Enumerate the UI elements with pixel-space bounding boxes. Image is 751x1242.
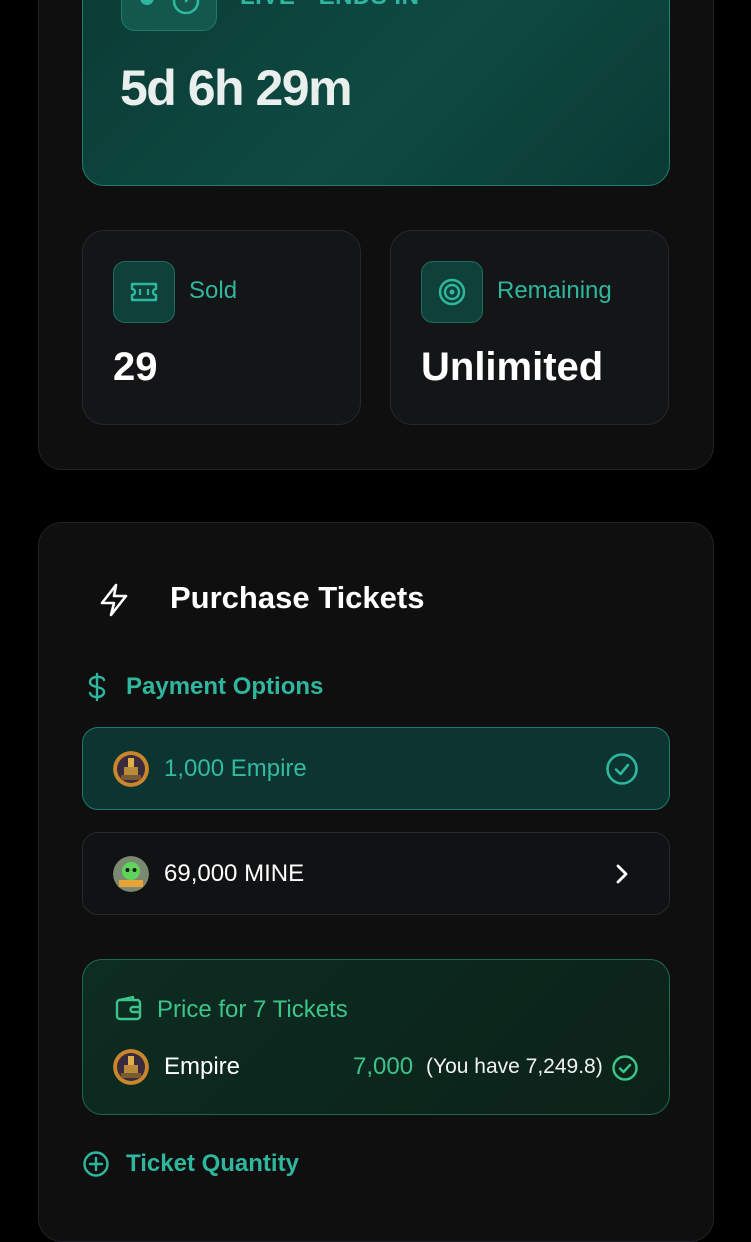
live-indicator: [121, 0, 217, 31]
plus-circle-icon: [83, 1151, 109, 1177]
price-token-name: Empire: [164, 1053, 241, 1080]
sold-value: 29: [113, 345, 158, 389]
empire-coin-icon: [113, 1049, 149, 1085]
payment-option-label: 1,000 Empire: [164, 755, 307, 782]
lightning-icon: [100, 583, 128, 617]
live-status-label: LIVE • ENDS IN: [240, 0, 419, 11]
purchase-title: Purchase Tickets: [170, 580, 425, 615]
sold-label: Sold: [189, 277, 238, 304]
payment-option-label: 69,000 MINE: [164, 860, 305, 887]
target-icon: [421, 261, 483, 323]
payment-option-empire[interactable]: 1,000 Empire: [82, 727, 670, 810]
chevron-right-icon: [616, 864, 628, 884]
payment-options-header: Payment Options: [126, 673, 324, 700]
sold-stat: Sold 29: [82, 230, 361, 425]
ticket-quantity-header: Ticket Quantity: [126, 1150, 299, 1177]
mine-coin-icon: [113, 856, 149, 892]
price-summary: Price for 7 Tickets Empire 7,000 (You ha…: [82, 959, 670, 1115]
price-amount: 7,000: [353, 1053, 414, 1080]
remaining-label: Remaining: [497, 277, 612, 304]
empire-coin-icon: [113, 751, 149, 787]
stopwatch-icon: [172, 0, 200, 15]
ticket-icon: [113, 261, 175, 323]
wallet-balance: (You have 7,249.8): [426, 1055, 603, 1078]
check-circle-icon: [612, 1055, 638, 1081]
remaining-value: Unlimited: [421, 345, 604, 389]
countdown-timer: 5d 6h 29m: [120, 60, 353, 116]
check-circle-icon: [606, 753, 638, 785]
payment-option-mine[interactable]: 69,000 MINE: [82, 832, 670, 915]
wallet-icon: [115, 996, 142, 1021]
live-banner: LIVE • ENDS IN 5d 6h 29m: [82, 0, 670, 186]
dollar-icon: [88, 672, 106, 702]
remaining-stat: Remaining Unlimited: [390, 230, 669, 425]
price-title: Price for 7 Tickets: [157, 996, 348, 1023]
live-dot-icon: [140, 0, 154, 5]
